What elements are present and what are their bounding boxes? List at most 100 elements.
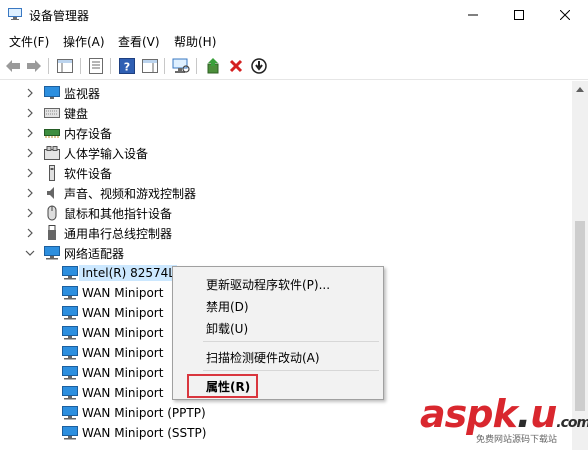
toolbar-separator: [80, 58, 81, 74]
minimize-button[interactable]: [450, 0, 496, 30]
tree-device-wan-miniport[interactable]: WAN Miniport: [62, 363, 163, 383]
tree-category-label: 声音、视频和游戏控制器: [64, 186, 197, 201]
menu-item-scan-hardware[interactable]: 扫描检测硬件改动(A): [206, 349, 320, 366]
watermark-logo-dot: .: [516, 392, 531, 436]
chevron-right-icon[interactable]: [24, 187, 36, 199]
scrollbar-thumb[interactable]: [575, 221, 585, 411]
svg-text:?: ?: [124, 61, 130, 74]
close-button[interactable]: [542, 0, 588, 30]
network-adapter-icon: [62, 305, 78, 321]
chevron-right-icon[interactable]: [24, 227, 36, 239]
watermark: aspk.u.com 免费网站源码下载站: [420, 392, 588, 448]
tree-device-label: WAN Miniport (SSTP): [82, 426, 207, 440]
forward-button[interactable]: [24, 56, 44, 76]
show-hide-tree-button[interactable]: [55, 56, 75, 76]
chevron-down-icon[interactable]: [24, 247, 36, 259]
network-adapter-icon: [62, 345, 78, 361]
tree-category-label: 鼠标和其他指针设备: [64, 206, 173, 221]
chevron-right-icon[interactable]: [24, 167, 36, 179]
tree-category-software[interactable]: 软件设备: [24, 163, 112, 183]
tree-device-wan-miniport[interactable]: WAN Miniport: [62, 283, 163, 303]
chevron-right-icon[interactable]: [24, 207, 36, 219]
watermark-logo-com: .com: [556, 415, 588, 431]
tree-device-wan-miniport-pptp[interactable]: WAN Miniport (PPTP): [62, 403, 206, 423]
title-bar[interactable]: 设备管理器: [0, 0, 588, 30]
tree-category-sound[interactable]: 声音、视频和游戏控制器: [24, 183, 196, 203]
uninstall-icon: [229, 59, 243, 73]
tree-device-label: WAN Miniport (PPTP): [82, 406, 206, 420]
menu-item-update-driver[interactable]: 更新驱动程序软件(P)...: [206, 276, 330, 293]
show-hide-tree-icon: [57, 59, 73, 73]
watermark-logo-u: u: [530, 392, 557, 436]
tree-category-usb[interactable]: 通用串行总线控制器: [24, 223, 172, 243]
chevron-right-icon[interactable]: [24, 107, 36, 119]
scan-hardware-icon: [172, 58, 190, 73]
device-manager-app-icon: [8, 8, 22, 20]
tree-device-label: WAN Miniport: [82, 386, 164, 400]
network-adapter-icon: [62, 385, 78, 401]
menu-file[interactable]: 文件(F): [9, 33, 49, 50]
mouse-icon: [44, 205, 60, 221]
chevron-right-icon[interactable]: [24, 147, 36, 159]
menu-help[interactable]: 帮助(H): [174, 33, 216, 50]
network-adapter-icon: [62, 285, 78, 301]
tree-category-label: 软件设备: [64, 166, 113, 181]
tree-device-wan-miniport[interactable]: WAN Miniport: [62, 383, 163, 403]
watermark-logo: aspk.u.com: [420, 392, 588, 436]
device-manager-window: 设备管理器 文件(F) 操作(A) 查看(V) 帮助(H) ? 监视器 键盘 内…: [0, 0, 588, 450]
forward-icon: [27, 60, 41, 72]
maximize-icon: [514, 10, 524, 20]
tree-device-label: Intel(R) 82574L: [79, 265, 177, 281]
menu-action[interactable]: 操作(A): [63, 33, 105, 50]
disable-button[interactable]: [249, 56, 269, 76]
tree-device-label: WAN Miniport: [82, 366, 164, 380]
tree-device-wan-miniport[interactable]: WAN Miniport: [62, 343, 163, 363]
help-button[interactable]: ?: [117, 56, 137, 76]
monitor-icon: [44, 85, 60, 101]
tree-device-label: WAN Miniport: [82, 306, 164, 320]
menu-view[interactable]: 查看(V): [118, 33, 160, 50]
tree-device-wan-miniport[interactable]: WAN Miniport: [62, 323, 163, 343]
usb-icon: [44, 225, 60, 241]
uninstall-button[interactable]: [226, 56, 246, 76]
window-title: 设备管理器: [29, 9, 90, 23]
back-button[interactable]: [3, 56, 23, 76]
tree-category-hid[interactable]: 人体学输入设备: [24, 143, 148, 163]
memory-icon: [44, 125, 60, 141]
properties-button[interactable]: [86, 56, 106, 76]
action-pane-button[interactable]: [140, 56, 160, 76]
network-adapter-icon: [62, 425, 78, 441]
network-adapter-icon: [62, 405, 78, 421]
scan-hardware-button[interactable]: [171, 56, 191, 76]
toolbar-separator: [164, 58, 165, 74]
menu-item-properties[interactable]: 属性(R): [206, 378, 250, 395]
tree-category-memory[interactable]: 内存设备: [24, 123, 112, 143]
properties-icon: [89, 58, 103, 74]
update-driver-button[interactable]: [203, 56, 223, 76]
network-adapter-icon: [44, 245, 60, 261]
tree-device-wan-miniport[interactable]: WAN Miniport: [62, 303, 163, 323]
tree-device-wan-miniport-sstp[interactable]: WAN Miniport (SSTP): [62, 423, 206, 443]
tree-category-label: 监视器: [64, 86, 101, 101]
maximize-button[interactable]: [496, 0, 542, 30]
close-icon: [560, 10, 570, 20]
tree-category-keyboards[interactable]: 键盘: [24, 103, 88, 123]
tree-category-network-adapters[interactable]: 网络适配器: [24, 243, 124, 263]
context-menu: 更新驱动程序软件(P)... 禁用(D) 卸载(U) 扫描检测硬件改动(A) 属…: [172, 266, 384, 400]
menu-separator: [203, 341, 379, 342]
chevron-right-icon[interactable]: [24, 127, 36, 139]
keyboard-icon: [44, 105, 60, 121]
hid-icon: [44, 145, 60, 161]
watermark-logo-k: k: [492, 392, 517, 436]
chevron-right-icon[interactable]: [24, 87, 36, 99]
tree-category-label: 人体学输入设备: [64, 146, 149, 161]
tree-category-mouse[interactable]: 鼠标和其他指针设备: [24, 203, 172, 223]
tree-device-intel-82574l[interactable]: Intel(R) 82574L: [62, 263, 177, 283]
tree-device-label: WAN Miniport: [82, 286, 164, 300]
menu-item-disable[interactable]: 禁用(D): [206, 298, 249, 315]
menu-item-uninstall[interactable]: 卸载(U): [206, 320, 248, 337]
tree-category-monitors[interactable]: 监视器: [24, 83, 100, 103]
tree-category-label: 键盘: [64, 106, 89, 121]
scroll-up-button[interactable]: [572, 81, 588, 97]
network-adapter-icon: [62, 325, 78, 341]
